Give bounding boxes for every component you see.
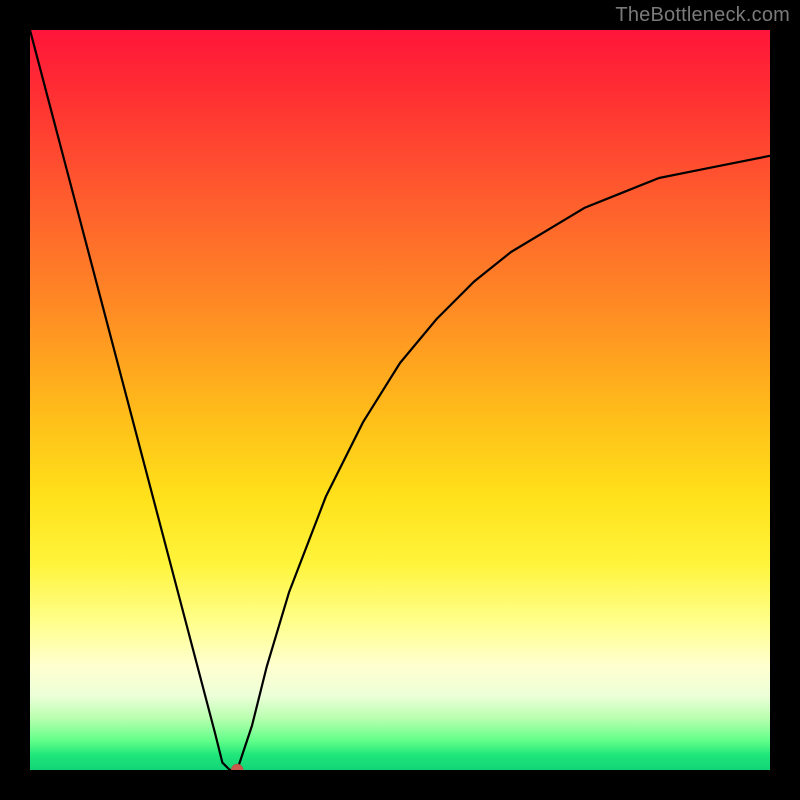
watermark-text: TheBottleneck.com	[615, 4, 790, 27]
bottleneck-plot	[30, 30, 770, 770]
bottleneck-curve	[30, 30, 770, 770]
minimum-marker	[231, 764, 243, 770]
plot-area	[30, 30, 770, 770]
chart-frame: TheBottleneck.com	[0, 0, 800, 800]
